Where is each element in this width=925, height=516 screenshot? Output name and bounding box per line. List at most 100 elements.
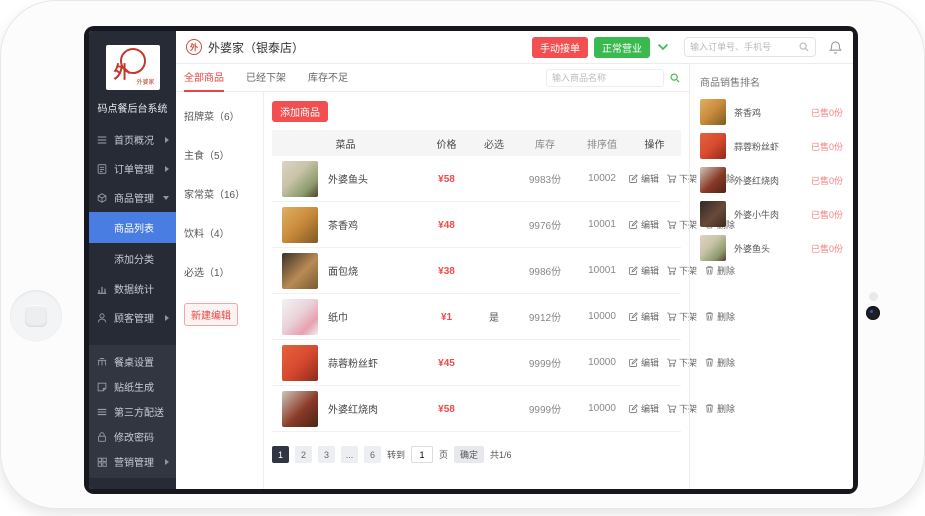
stats-icon [96, 283, 108, 295]
goods-table-row: 外婆鱼头 ¥58 9983份 10002 编辑 下架 删除 [272, 156, 681, 202]
edit-action[interactable]: 编辑 [628, 172, 659, 185]
chevron-down-icon[interactable] [656, 40, 670, 54]
edit-icon [628, 311, 639, 322]
sidebar-submenu-item[interactable]: 商品列表 [89, 212, 176, 243]
goto-page-input[interactable] [411, 446, 433, 463]
goods-table: 菜品 价格 必选 库存 排序值 操作 外婆鱼头 ¥58 [272, 130, 681, 432]
table-header-row: 菜品 价格 必选 库存 排序值 操作 [272, 130, 681, 156]
category-item[interactable]: 饮料（4） [184, 225, 255, 240]
goods-section: 全部商品已经下架库存不足 招牌菜（6） 主食（5） 家常菜（16） 饮料（4） 必选（1… [176, 64, 689, 489]
edit-action[interactable]: 编辑 [628, 356, 659, 369]
edit-action[interactable]: 编辑 [628, 402, 659, 415]
page-unit-label: 页 [439, 448, 448, 461]
category-item[interactable]: 必选（1） [184, 264, 255, 279]
sidebar-menu-item[interactable]: 第三方配送 [89, 399, 176, 424]
goods-tab[interactable]: 已经下架 [246, 64, 286, 92]
orders-icon [96, 163, 108, 175]
home-button-square [25, 305, 47, 327]
col-dish: 菜品 [272, 136, 419, 151]
page-button[interactable]: 2 [295, 446, 312, 463]
dish-sort-value: 10000 [576, 357, 628, 368]
system-title: 码点餐后台系统 [89, 96, 176, 125]
dish-sort-value: 10000 [576, 403, 628, 414]
pagination: 123...6 转到 页 确定 共1/6 [272, 446, 681, 463]
goods-table-panel: 添加商品 菜品 价格 必选 库存 排序值 操作 [264, 92, 689, 489]
category-item[interactable]: 招牌菜（6） [184, 108, 255, 123]
goods-search-icon[interactable] [669, 72, 681, 84]
page-button[interactable]: ... [341, 446, 358, 463]
dish-stock: 9986份 [514, 263, 576, 278]
col-required: 必选 [474, 136, 514, 151]
dish-name: 纸巾 [328, 309, 348, 324]
goods-search-input[interactable] [546, 69, 664, 87]
new-edit-button[interactable]: 新建编辑 [184, 303, 238, 326]
order-search-box [684, 37, 816, 57]
ranking-item-name: 外婆小牛肉 [734, 208, 803, 221]
category-item[interactable]: 主食（5） [184, 147, 255, 162]
edit-action[interactable]: 编辑 [628, 264, 659, 277]
search-icon[interactable] [798, 41, 810, 53]
ranking-item-photo [700, 167, 726, 193]
business-status-button[interactable]: 正常营业 [594, 37, 650, 58]
menu-item-label: 第三方配送 [114, 404, 164, 419]
menu-item-arrow-icon [165, 315, 169, 321]
cart-icon [666, 265, 677, 276]
goods-search-box [546, 69, 681, 87]
menu-item-label: 数据统计 [114, 281, 154, 296]
edit-action[interactable]: 编辑 [628, 218, 659, 231]
col-price: 价格 [419, 136, 474, 151]
goto-confirm-button[interactable]: 确定 [454, 446, 484, 463]
dish-sort-value: 10002 [576, 173, 628, 184]
page-button[interactable]: 3 [318, 446, 335, 463]
page-button[interactable]: 6 [364, 446, 381, 463]
ranking-item-photo [700, 235, 726, 261]
add-goods-button[interactable]: 添加商品 [272, 101, 328, 122]
dish-sort-value: 10001 [576, 219, 628, 230]
sidebar-menu-item[interactable]: 订单管理 [89, 154, 176, 183]
order-search-input[interactable] [690, 42, 798, 52]
main-area: 外 外婆家（银泰店） 手动接单 正常营业 [176, 31, 853, 489]
category-item[interactable]: 家常菜（16） [184, 186, 255, 201]
sidebar-menu-item[interactable]: 数据统计 [89, 274, 176, 303]
edit-label: 编辑 [641, 218, 659, 231]
ranking-list: 茶香鸡 已售0份 蒜蓉粉丝虾 已售0份 外婆红烧肉 已售0份 外婆小牛肉 已售0… [700, 99, 843, 261]
sidebar-menu-item[interactable]: 餐桌设置 [89, 349, 176, 374]
sidebar-menu-item[interactable]: 营销管理 [89, 449, 176, 474]
goods-tab[interactable]: 库存不足 [308, 64, 348, 92]
notification-bell-icon[interactable] [828, 40, 843, 55]
sidebar-menu-item[interactable]: 顾客管理 [89, 303, 176, 332]
sidebar-menu-item[interactable]: 修改密码 [89, 424, 176, 449]
edit-label: 编辑 [641, 264, 659, 277]
store-name: 外婆家（银泰店） [208, 39, 304, 56]
dish-name: 茶香鸡 [328, 217, 358, 232]
top-header: 外 外婆家（银泰店） 手动接单 正常营业 [176, 31, 853, 64]
manual-order-button[interactable]: 手动接单 [532, 37, 588, 58]
edit-label: 编辑 [641, 402, 659, 415]
page-button[interactable]: 1 [272, 446, 289, 463]
dish-photo [282, 391, 318, 427]
table-body: 外婆鱼头 ¥58 9983份 10002 编辑 下架 删除 茶香鸡 ¥48 99… [272, 156, 681, 432]
sidebar-submenu-item[interactable]: 添加分类 [89, 243, 176, 274]
menu-item-arrow-icon [165, 166, 169, 172]
dish-required: 是 [474, 309, 514, 324]
sidebar: 外 外婆家 码点餐后台系统 首页概况 订单管理 商品管理 商品列表添加分类 数据… [89, 31, 176, 489]
ranking-item: 外婆小牛肉 已售0份 [700, 201, 843, 227]
sidebar-menu-item[interactable]: 商品管理 [89, 183, 176, 212]
edit-action[interactable]: 编辑 [628, 310, 659, 323]
sidebar-menu-item[interactable]: 贴纸生成 [89, 374, 176, 399]
cart-icon [666, 311, 677, 322]
customer-icon [96, 312, 108, 324]
dish-name: 面包烧 [328, 263, 358, 278]
tablet-home-button[interactable] [10, 290, 62, 342]
sidebar-menu-secondary: 餐桌设置 贴纸生成 第三方配送 修改密码 营销管理 [89, 345, 176, 478]
page-buttons: 123... 6 [272, 446, 381, 463]
ranking-title: 商品销售排名 [700, 74, 843, 89]
category-panel: 招牌菜（6） 主食（5） 家常菜（16） 饮料（4） 必选（1） 新建编辑 [176, 92, 264, 489]
goods-tab[interactable]: 全部商品 [184, 64, 224, 92]
goods-tabs: 全部商品已经下架库存不足 [176, 64, 689, 92]
edit-label: 编辑 [641, 172, 659, 185]
edit-label: 编辑 [641, 310, 659, 323]
ranking-item-photo [700, 201, 726, 227]
dish-name: 外婆红烧肉 [328, 401, 378, 416]
sidebar-menu-item[interactable]: 首页概况 [89, 125, 176, 154]
